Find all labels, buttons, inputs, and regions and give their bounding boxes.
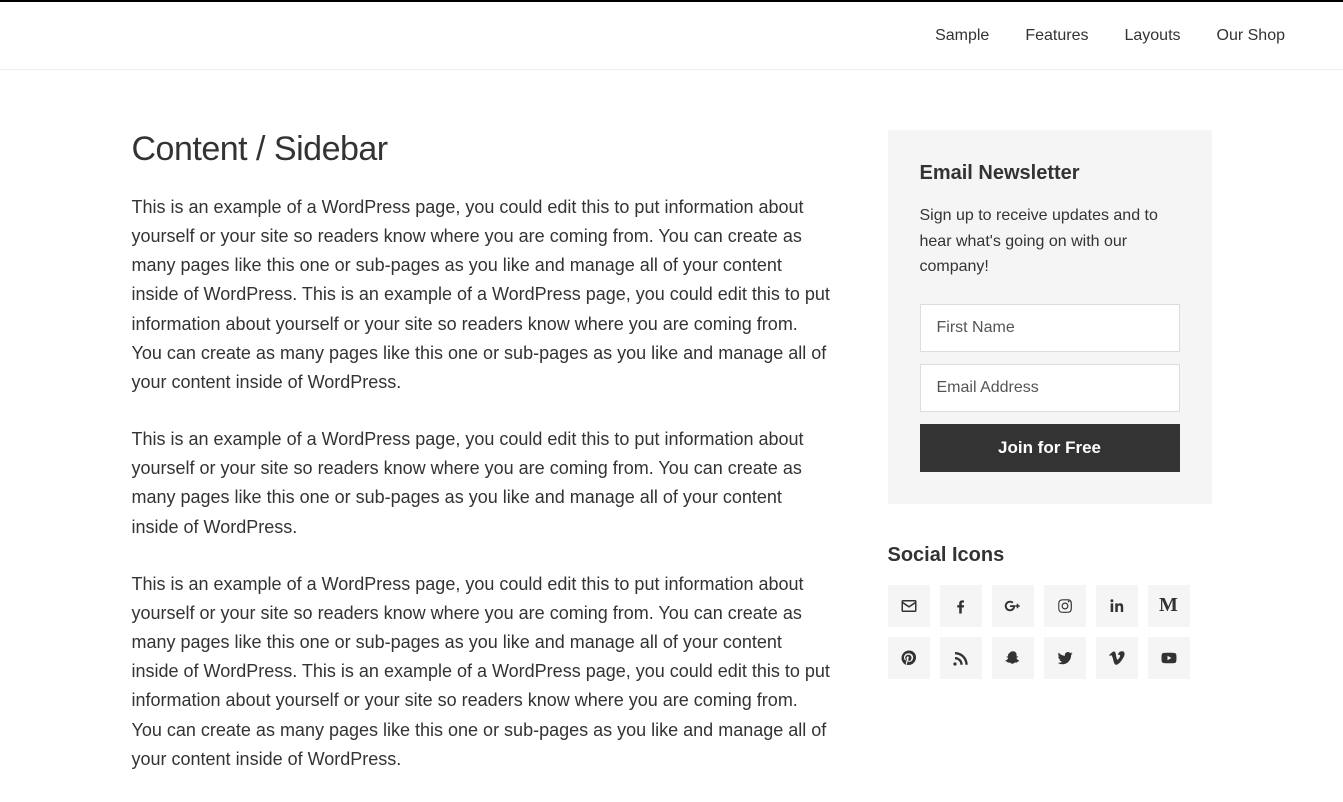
google-plus-icon[interactable] [992, 585, 1034, 627]
linkedin-icon[interactable] [1096, 585, 1138, 627]
first-name-input[interactable] [920, 304, 1180, 352]
sidebar: Email Newsletter Sign up to receive upda… [888, 130, 1212, 802]
pinterest-icon[interactable] [888, 637, 930, 679]
medium-icon[interactable]: M [1148, 585, 1190, 627]
body-paragraph: This is an example of a WordPress page, … [132, 425, 832, 542]
social-widget: Social Icons M [888, 544, 1212, 679]
nav-link-features[interactable]: Features [1007, 27, 1106, 45]
twitter-icon[interactable] [1044, 637, 1086, 679]
newsletter-heading: Email Newsletter [920, 162, 1180, 185]
youtube-icon[interactable] [1148, 637, 1190, 679]
snapchat-icon[interactable] [992, 637, 1034, 679]
rss-icon[interactable] [940, 637, 982, 679]
join-button[interactable]: Join for Free [920, 424, 1180, 472]
newsletter-widget: Email Newsletter Sign up to receive upda… [888, 130, 1212, 504]
body-paragraph: This is an example of a WordPress page, … [132, 193, 832, 397]
instagram-icon[interactable] [1044, 585, 1086, 627]
newsletter-description: Sign up to receive updates and to hear w… [920, 203, 1180, 280]
social-heading: Social Icons [888, 544, 1212, 567]
nav-link-sample[interactable]: Sample [917, 27, 1007, 45]
page-title: Content / Sidebar [132, 130, 832, 169]
vimeo-icon[interactable] [1096, 637, 1138, 679]
primary-nav: Sample Features Layouts Our Shop [0, 0, 1343, 70]
email-icon[interactable] [888, 585, 930, 627]
body-paragraph: This is an example of a WordPress page, … [132, 570, 832, 774]
facebook-icon[interactable] [940, 585, 982, 627]
email-input[interactable] [920, 364, 1180, 412]
social-grid: M [888, 585, 1212, 679]
nav-link-layouts[interactable]: Layouts [1106, 27, 1198, 45]
main-content: Content / Sidebar This is an example of … [132, 130, 832, 802]
nav-link-our-shop[interactable]: Our Shop [1199, 27, 1303, 45]
